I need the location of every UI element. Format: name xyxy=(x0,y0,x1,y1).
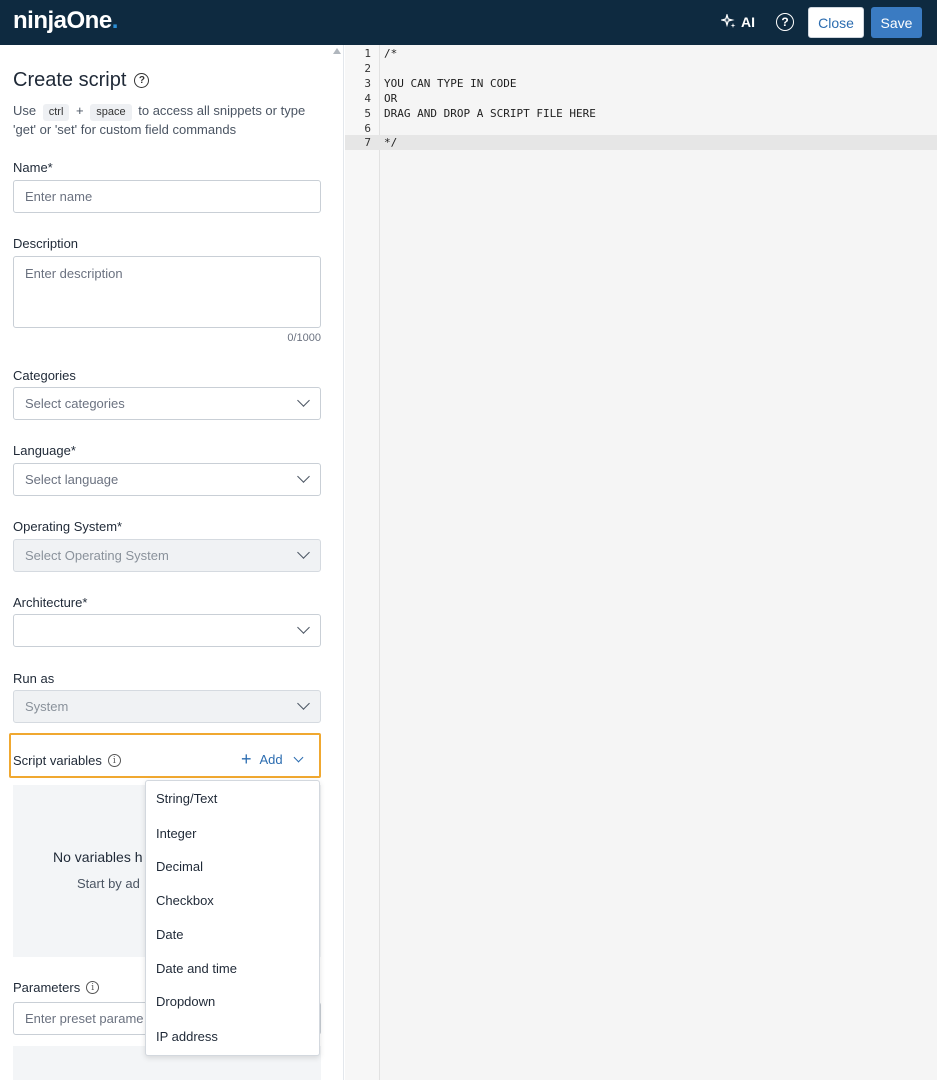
dropdown-item-decimal[interactable]: Decimal xyxy=(156,859,203,874)
categories-select[interactable]: Select categories xyxy=(13,387,321,420)
sparkle-icon xyxy=(721,14,736,28)
save-button[interactable]: Save xyxy=(871,7,922,38)
ai-label: AI xyxy=(741,14,755,30)
dropdown-item-ip-address[interactable]: IP address xyxy=(156,1029,218,1044)
info-icon[interactable]: i xyxy=(107,754,121,767)
scroll-up-arrow-icon[interactable] xyxy=(333,48,341,54)
language-label: Language* xyxy=(13,443,76,458)
snippet-hint: Use ctrl + space to access all snippets … xyxy=(13,103,306,137)
categories-label: Categories xyxy=(13,368,76,383)
page-title: Create script ? xyxy=(13,69,150,92)
code-line: 1/* xyxy=(364,47,398,60)
runas-label: Run as xyxy=(13,671,55,686)
dropdown-item-string-text[interactable]: String/Text xyxy=(156,791,217,806)
chevron-down-icon xyxy=(293,752,304,762)
title-help-icon[interactable]: ? xyxy=(134,73,150,88)
chevron-down-icon xyxy=(297,394,310,407)
architecture-label: Architecture* xyxy=(13,595,88,610)
runas-select: System xyxy=(13,690,321,723)
code-line: 4 OR xyxy=(364,92,398,105)
name-label: Name* xyxy=(13,160,53,175)
help-icon[interactable]: ? xyxy=(776,13,794,31)
ninjaone-logo[interactable]: ninjaOne. xyxy=(13,7,118,35)
ctrl-key-badge: ctrl xyxy=(42,104,70,121)
chevron-down-icon xyxy=(297,470,310,483)
description-textarea[interactable]: Enter description xyxy=(13,256,321,328)
os-label: Operating System* xyxy=(13,519,123,534)
code-line: 2 xyxy=(364,62,371,75)
line-number-gutter xyxy=(345,45,380,1080)
dropdown-item-checkbox[interactable]: Checkbox xyxy=(156,893,214,908)
ai-button[interactable]: AI xyxy=(721,12,755,32)
description-counter: 0/1000 xyxy=(287,332,321,344)
code-line-active: 7 */ xyxy=(345,135,937,150)
name-input[interactable]: Enter name xyxy=(13,180,321,213)
info-icon[interactable]: i xyxy=(86,981,100,994)
language-select[interactable]: Select language xyxy=(13,463,321,496)
parameters-label: Parameters i xyxy=(13,980,100,995)
chevron-down-icon xyxy=(297,621,310,634)
variable-type-dropdown: String/Text Integer Decimal Checkbox Dat… xyxy=(145,780,320,1056)
close-button[interactable]: Close xyxy=(808,7,864,38)
code-line: 3 YOU CAN TYPE IN CODE xyxy=(364,77,517,90)
code-editor[interactable]: 1/* 2 3 YOU CAN TYPE IN CODE 4 OR 5 DRAG AN… xyxy=(345,45,937,1080)
chevron-down-icon xyxy=(297,697,310,710)
empty-state-title: No variables h xyxy=(53,849,143,865)
code-line: 6 xyxy=(364,122,371,135)
os-select: Select Operating System xyxy=(13,539,321,572)
add-variable-button[interactable]: + Add xyxy=(241,749,304,769)
plus-icon: + xyxy=(241,749,252,769)
code-line: 5 DRAG AND DROP A SCRIPT FILE HERE xyxy=(364,107,596,120)
dropdown-item-integer[interactable]: Integer xyxy=(156,826,196,841)
dropdown-item-date[interactable]: Date xyxy=(156,927,183,942)
chevron-down-icon xyxy=(297,546,310,559)
top-bar: ninjaOne. AI ? Close Save xyxy=(0,0,937,45)
architecture-select[interactable] xyxy=(13,614,321,647)
dropdown-item-date-and-time[interactable]: Date and time xyxy=(156,961,237,976)
code-area[interactable] xyxy=(380,45,937,1080)
dropdown-item-dropdown[interactable]: Dropdown xyxy=(156,994,215,1009)
empty-state-subtitle: Start by ad xyxy=(77,876,140,891)
space-key-badge: space xyxy=(90,104,132,121)
script-variables-label: Script variables i xyxy=(13,753,121,768)
description-label: Description xyxy=(13,236,79,251)
